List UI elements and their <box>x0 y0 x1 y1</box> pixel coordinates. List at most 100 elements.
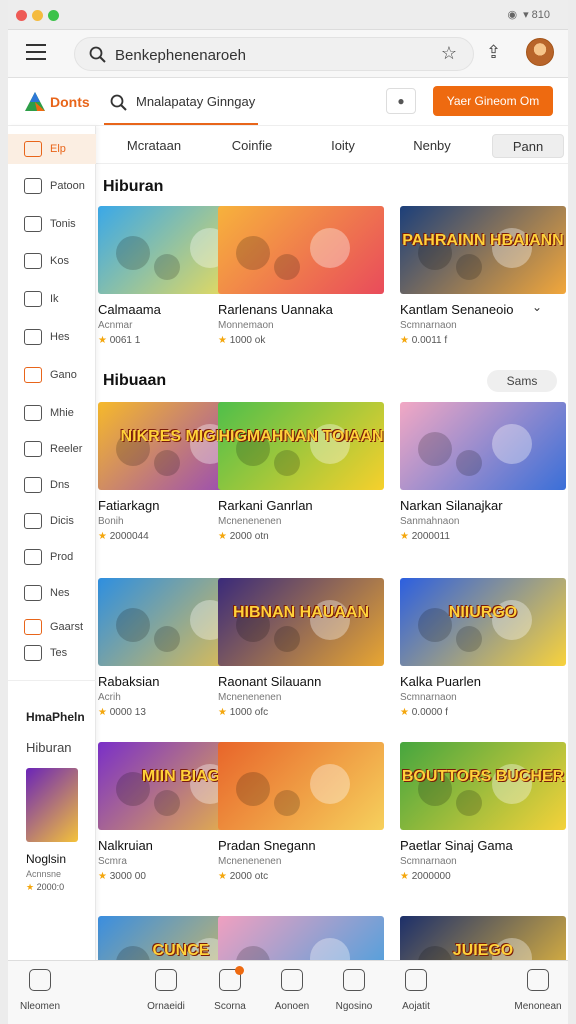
notification-dot <box>235 966 244 975</box>
sidebar-item[interactable]: Dns <box>8 470 96 500</box>
sidebar-promo-card[interactable]: Noglsin Acnnsne ★ 2000:0 <box>26 768 78 893</box>
star-icon: ★ <box>400 707 412 718</box>
character-shape <box>116 608 150 642</box>
game-name: Rarkani Ganrlan <box>218 498 313 513</box>
game-card[interactable]: JUIEGO <box>400 916 566 960</box>
bottom-nav-item[interactable]: Ngosino <box>322 969 386 1012</box>
logo-text: Donts <box>50 94 90 110</box>
sidebar-section-title: HmaPheln <box>26 710 85 724</box>
minimize-window-button[interactable] <box>32 10 43 21</box>
close-window-button[interactable] <box>16 10 27 21</box>
address-bar: Benkephenenaroeh ☆ ⇪ <box>8 30 568 78</box>
sidebar-item[interactable]: Prod <box>8 542 96 572</box>
status-area: ◉ ▾ 810 <box>507 8 550 21</box>
game-card[interactable]: NIIURGO Kalka Puarlen Scmnarnaon ★ 0.0000 f <box>400 578 566 718</box>
sidebar-item[interactable]: Ik <box>8 284 96 314</box>
pattern-icon <box>24 178 42 194</box>
primary-cta-button[interactable]: Yaer Gineom Om <box>433 86 553 116</box>
bottom-nav-item[interactable]: Scorna <box>198 966 262 1012</box>
game-rating: ★ 1000 ok <box>218 335 384 346</box>
sidebar-item[interactable]: Hes <box>8 322 96 352</box>
game-subtitle: Scmnarnaon <box>400 692 457 703</box>
game-thumbnail-title: HIGMAHNAN TOIAAN <box>218 428 384 445</box>
game-card[interactable]: HIGMAHNAN TOIAAN Rarkani Ganrlan Mcnenenen… <box>218 402 384 542</box>
sidebar-item[interactable]: Mhie <box>8 398 96 428</box>
game-name: Narkan Silanajkar <box>400 498 503 513</box>
sidebar-section-sub: Hiburan <box>26 740 72 755</box>
promo-sub: Acnnsne <box>26 869 62 879</box>
game-card[interactable] <box>218 916 384 960</box>
game-thumbnail <box>218 206 384 294</box>
game-card[interactable]: Narkan Silanajkar Sanmahnaon ★ 2000011 <box>400 402 566 542</box>
game-rating: ★ 2000000 <box>400 871 566 882</box>
game-card[interactable]: HIBNAN HAUAAN Raonant Silauann Mcnenenenen… <box>218 578 384 718</box>
sidebar-item[interactable]: Tonis <box>8 209 96 239</box>
bottom-nav-item[interactable]: Ornaeidi <box>134 969 198 1012</box>
tab-3[interactable]: Ioity <box>308 134 378 158</box>
game-card[interactable]: BOUTTORS BUCHER Paetlar Sinaj Gama Scmnarn… <box>400 742 566 882</box>
bottom-nav-item[interactable]: Menonean <box>506 969 568 1012</box>
chevron-down-icon[interactable]: ⌄ <box>532 300 542 314</box>
bottom-nav-item[interactable]: Aojatit <box>384 969 448 1012</box>
sidebar-item[interactable]: Kos <box>8 246 96 276</box>
bottom-nav-label: Ornaeidi <box>147 1001 185 1012</box>
game-name: Paetlar Sinaj Gama <box>400 838 513 853</box>
url-field[interactable]: Benkephenenaroeh ☆ <box>74 37 474 71</box>
sidebar-item[interactable]: Elp <box>8 134 96 164</box>
category-tabs: Mcrataan Coinfie Ioity Nenby Pann <box>96 126 568 164</box>
game-thumbnail-title: NIIURGO <box>448 604 518 621</box>
character-shape <box>274 450 300 476</box>
game-rating-value: 1000 ofc <box>229 707 269 718</box>
grid-icon <box>24 141 42 157</box>
tab-5[interactable]: Pann <box>492 134 564 158</box>
sidebar-item-label: Tes <box>50 647 68 659</box>
game-thumbnail-title: JUIEGO <box>452 942 514 959</box>
game-name: Kalka Puarlen <box>400 674 481 689</box>
avatar[interactable] <box>526 38 554 66</box>
notification-button[interactable]: ● <box>386 88 416 114</box>
game-thumbnail: HIBNAN HAUAAN <box>218 578 384 666</box>
tab-2[interactable]: Coinfie <box>216 134 288 158</box>
character-shape <box>274 790 300 816</box>
game-card[interactable]: Pradan Snegann Mcnenenenen ★ 2000 otc <box>218 742 384 882</box>
sidebar-item[interactable]: Tes <box>8 638 96 668</box>
tab-4[interactable]: Nenby <box>394 134 470 158</box>
bottom-nav-item[interactable]: Aonoen <box>260 969 324 1012</box>
sidebar-item[interactable]: Gano <box>8 360 96 390</box>
character-shape <box>154 254 180 280</box>
game-rating-value: 0000 13 <box>109 707 146 718</box>
character-shape <box>456 254 482 280</box>
game-card[interactable]: Rarlenans Uannaka Monnemaon ★ 1000 ok <box>218 206 384 346</box>
promo-thumbnail <box>26 768 78 842</box>
sidebar-item[interactable]: Dicis <box>8 506 96 536</box>
see-all-button[interactable]: Sams <box>487 370 557 392</box>
game-name: Pradan Snegann <box>218 838 316 853</box>
bottom-nav-item[interactable]: Nleomen <box>8 969 72 1012</box>
star-icon: ★ <box>400 335 412 346</box>
menu-icon[interactable] <box>26 44 46 62</box>
star-icon: ★ <box>98 531 110 542</box>
share-icon[interactable]: ⇪ <box>486 42 501 63</box>
game-rating: ★ 0.0000 f <box>400 707 566 718</box>
tab-1[interactable]: Mcrataan <box>116 134 192 158</box>
app-logo[interactable]: Donts <box>24 91 90 113</box>
game-card[interactable]: PAHRAINN HBAIANN Kantlam Senaneoio Scmnarn… <box>400 206 566 346</box>
sidebar-item[interactable]: Reeler <box>8 434 96 464</box>
bookmark-star-icon[interactable]: ☆ <box>441 43 457 64</box>
sidebar-item-label: Ik <box>50 293 59 305</box>
game-rating-value: 2000 otn <box>229 531 269 542</box>
refresh-icon <box>24 477 42 493</box>
section-title: Hiburan <box>103 178 164 195</box>
sidebar-item-label: Tonis <box>50 218 76 230</box>
star-icon: ★ <box>98 335 110 346</box>
app-search[interactable]: Mnalapatay Ginngay <box>104 87 258 125</box>
game-rating-value: 2000 otc <box>229 871 269 882</box>
game-rating: ★ 1000 ofc <box>218 707 384 718</box>
store-icon <box>343 969 365 991</box>
bottom-nav-label: Nleomen <box>19 1001 61 1012</box>
sidebar-item[interactable]: Nes <box>8 578 96 608</box>
game-thumbnail: NIIURGO <box>400 578 566 666</box>
sidebar-item[interactable]: Patoon <box>8 171 96 201</box>
character-shape <box>310 938 350 960</box>
maximize-window-button[interactable] <box>48 10 59 21</box>
